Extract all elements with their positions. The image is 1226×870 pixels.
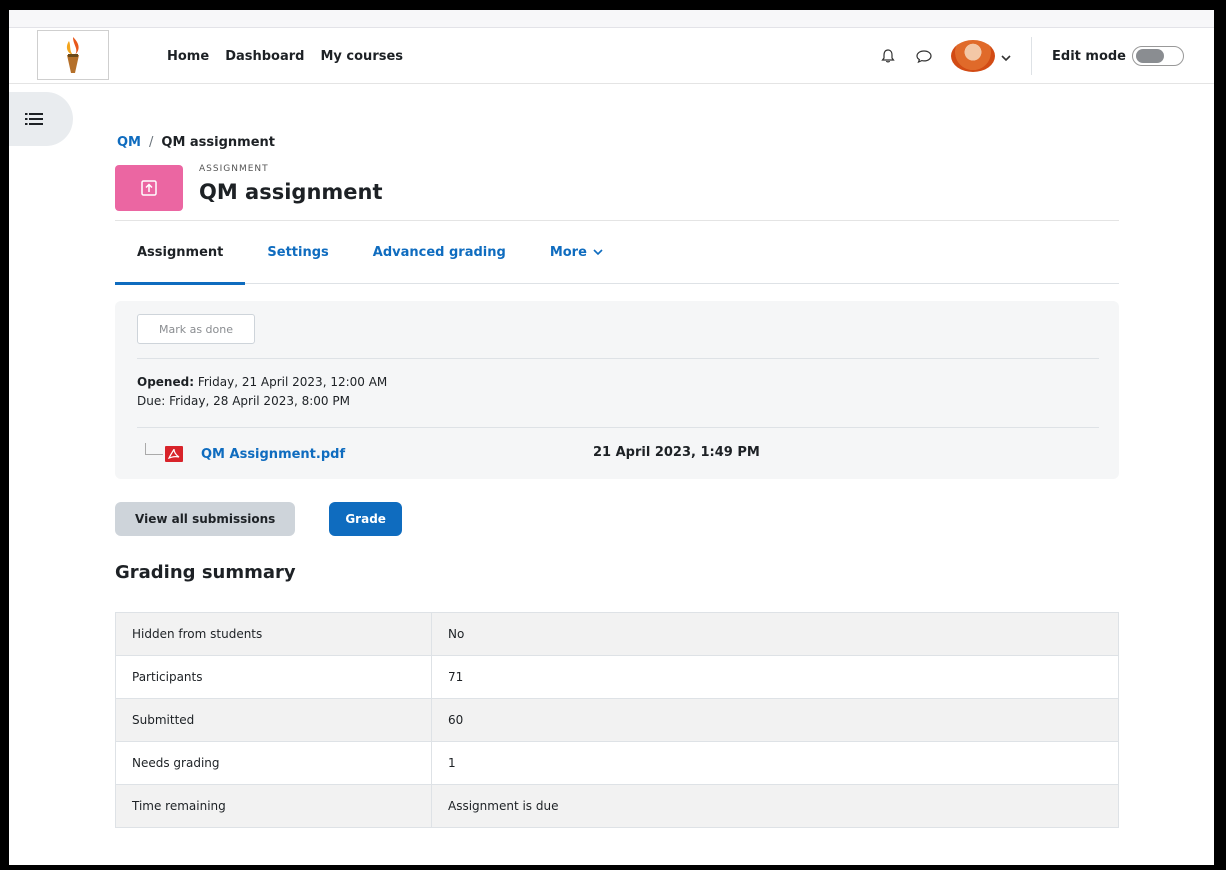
grade-button[interactable]: Grade (329, 502, 402, 536)
table-row: Participants 71 (115, 655, 1119, 699)
nav-my-courses-link[interactable]: My courses (320, 49, 403, 64)
table-row: Time remaining Assignment is due (115, 784, 1119, 828)
due-value: Friday, 28 April 2023, 8:00 PM (169, 394, 350, 408)
tab-advanced-grading[interactable]: Advanced grading (351, 220, 528, 284)
breadcrumb-current: QM assignment (161, 135, 276, 150)
nav-home-link[interactable]: Home (167, 49, 209, 64)
course-index-drawer-button[interactable] (9, 92, 73, 146)
tab-assignment[interactable]: Assignment (115, 220, 246, 285)
chevron-down-icon (593, 249, 603, 256)
summary-label: Needs grading (115, 741, 432, 785)
browser-frame: Home Dashboard My courses Edit mode QM /… (9, 10, 1214, 865)
page-title: QM assignment (199, 180, 383, 204)
navbar-right: Edit mode (875, 28, 1184, 84)
summary-value: No (431, 612, 1119, 656)
primary-nav: Home Dashboard My courses (167, 28, 403, 84)
navbar-divider (1031, 37, 1033, 75)
opened-date-row: Opened: Friday, 21 April 2023, 12:00 AM (137, 373, 387, 392)
attached-file-row: QM Assignment.pdf 21 April 2023, 1:49 PM (145, 441, 845, 467)
notifications-bell-icon[interactable] (875, 43, 901, 69)
due-label: Due: (137, 394, 166, 408)
tab-more[interactable]: More (528, 220, 625, 284)
summary-value: Assignment is due (431, 784, 1119, 828)
breadcrumb-course-link[interactable]: QM (117, 135, 141, 150)
site-logo[interactable] (37, 30, 109, 80)
due-date-row: Due: Friday, 28 April 2023, 8:00 PM (137, 392, 387, 411)
action-buttons: View all submissions Grade (115, 502, 402, 536)
mark-as-done-button[interactable]: Mark as done (137, 314, 255, 344)
summary-value: 1 (431, 741, 1119, 785)
activity-information-box: Mark as done Opened: Friday, 21 April 20… (115, 301, 1119, 479)
view-all-submissions-button[interactable]: View all submissions (115, 502, 296, 536)
file-tree-connector (145, 443, 163, 455)
summary-label: Participants (115, 655, 432, 699)
edit-mode-label: Edit mode (1052, 48, 1126, 64)
nav-dashboard-link[interactable]: Dashboard (225, 49, 304, 64)
opened-label: Opened: (137, 375, 194, 389)
summary-label: Hidden from students (115, 612, 432, 656)
tab-settings[interactable]: Settings (245, 220, 350, 284)
grading-summary-heading: Grading summary (115, 562, 296, 583)
user-menu-chevron-down-icon[interactable] (1001, 47, 1011, 66)
opened-value: Friday, 21 April 2023, 12:00 AM (197, 375, 388, 389)
top-strip (9, 10, 1214, 28)
breadcrumb-separator: / (149, 135, 154, 150)
file-uploaded-date: 21 April 2023, 1:49 PM (593, 445, 760, 460)
edit-mode-toggle[interactable] (1132, 46, 1184, 66)
tab-more-label: More (549, 244, 587, 260)
breadcrumb: QM / QM assignment (117, 135, 275, 150)
navbar: Home Dashboard My courses Edit mode (9, 28, 1214, 84)
page-pretitle: ASSIGNMENT (199, 164, 269, 174)
assignment-activity-icon (115, 165, 183, 211)
summary-label: Submitted (115, 698, 432, 742)
upload-file-icon (141, 180, 157, 196)
list-icon (25, 113, 43, 125)
summary-value: 60 (431, 698, 1119, 742)
table-row: Submitted 60 (115, 698, 1119, 742)
torch-logo-icon (66, 37, 79, 73)
assignment-file-link[interactable]: QM Assignment.pdf (201, 447, 345, 462)
messages-chat-icon[interactable] (911, 43, 937, 69)
divider (137, 358, 1099, 359)
pdf-file-icon (165, 446, 183, 462)
table-row: Needs grading 1 (115, 741, 1119, 785)
activity-dates: Opened: Friday, 21 April 2023, 12:00 AM … (137, 373, 387, 411)
summary-value: 71 (431, 655, 1119, 699)
table-row: Hidden from students No (115, 612, 1119, 656)
secondary-navigation: Assignment Settings Advanced grading Mor… (115, 220, 1119, 285)
user-avatar[interactable] (951, 40, 996, 72)
divider (137, 427, 1099, 428)
summary-label: Time remaining (115, 784, 432, 828)
grading-summary-table: Hidden from students No Participants 71 … (115, 612, 1119, 828)
